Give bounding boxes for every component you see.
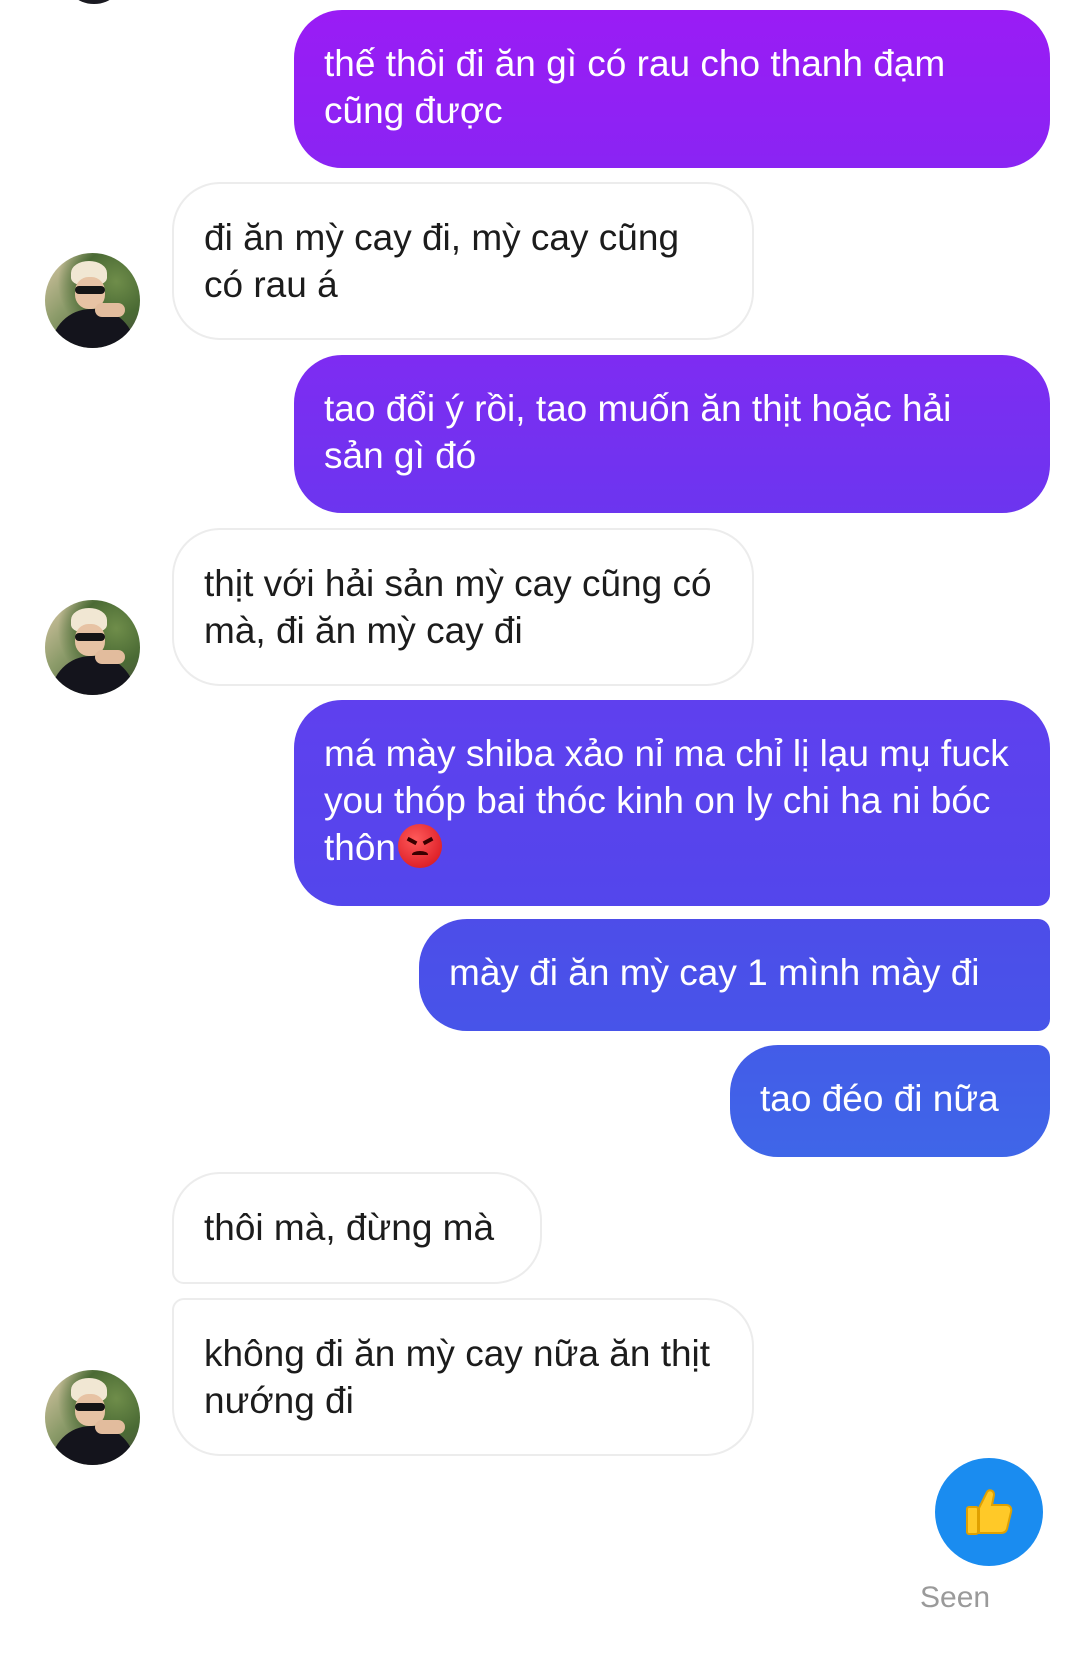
message-bubble-outgoing[interactable]: má mày shiba xảo nỉ ma chỉ lị lạu mụ fuc… — [294, 700, 1050, 906]
message-bubble-incoming[interactable]: không đi ăn mỳ cay nữa ăn thịt nướng đi — [172, 1298, 754, 1456]
message-bubble-incoming[interactable]: thịt với hải sản mỳ cay cũng có mà, đi ă… — [172, 528, 754, 686]
angry-face-icon — [398, 824, 443, 868]
message-bubble-outgoing[interactable]: mày đi ăn mỳ cay 1 mình mày đi — [419, 919, 1050, 1031]
message-text: mày đi ăn mỳ cay 1 mình mày đi — [449, 952, 980, 993]
seen-status: Seen — [920, 1581, 991, 1614]
message-text: thịt với hải sản mỳ cay cũng có mà, đi ă… — [204, 563, 712, 651]
message-text: thế thôi đi ăn gì có rau cho thanh đạm c… — [324, 43, 946, 131]
message-bubble-incoming[interactable]: thôi mà, đừng mà — [172, 1172, 542, 1284]
message-bubble-outgoing[interactable]: tao đéo đi nữa — [730, 1045, 1050, 1157]
like-button[interactable] — [935, 1458, 1043, 1566]
message-text: tao đéo đi nữa — [760, 1078, 999, 1119]
contact-avatar[interactable] — [45, 253, 140, 348]
thumbs-up-icon — [966, 1489, 1013, 1535]
message-text: tao đổi ý rồi, tao muốn ăn thịt hoặc hải… — [324, 388, 952, 476]
message-bubble-outgoing[interactable]: thế thôi đi ăn gì có rau cho thanh đạm c… — [294, 10, 1050, 168]
message-bubble-incoming[interactable]: đi ăn mỳ cay đi, mỳ cay cũng có rau á — [172, 182, 754, 340]
contact-avatar[interactable] — [45, 600, 140, 695]
avatar-partial — [62, 0, 126, 4]
chat-thread: thế thôi đi ăn gì có rau cho thanh đạm c… — [0, 0, 1080, 1655]
contact-avatar[interactable] — [45, 1370, 140, 1465]
message-text: không đi ăn mỳ cay nữa ăn thịt nướng đi — [204, 1333, 711, 1421]
message-text: thôi mà, đừng mà — [204, 1207, 495, 1248]
message-bubble-outgoing[interactable]: tao đổi ý rồi, tao muốn ăn thịt hoặc hải… — [294, 355, 1050, 513]
message-text: đi ăn mỳ cay đi, mỳ cay cũng có rau á — [204, 217, 680, 305]
